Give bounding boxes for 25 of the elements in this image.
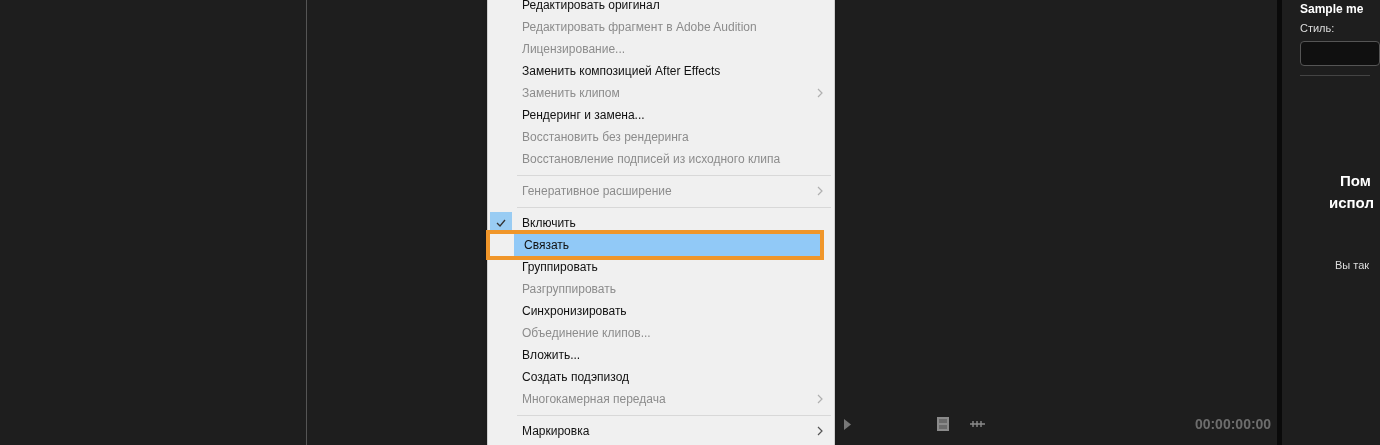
menu-item[interactable]: Редактировать оригинал (512, 0, 834, 16)
message-heading: испол (1329, 192, 1375, 213)
menu-item[interactable]: Маркировка (512, 420, 834, 442)
chevron-right-icon (817, 186, 823, 196)
menu-item[interactable]: Заменить композицией After Effects (512, 60, 834, 82)
menu-item[interactable]: Создать подэпизод (512, 366, 834, 388)
audio-waveform-icon[interactable] (969, 420, 985, 428)
chevron-right-icon (817, 426, 823, 436)
menu-item[interactable]: Синхронизировать (512, 300, 834, 322)
menu-item[interactable]: Группировать (512, 256, 834, 278)
film-strip-icon[interactable] (936, 417, 949, 431)
message-heading: Пом (1340, 170, 1372, 191)
style-dropdown[interactable] (1300, 40, 1380, 66)
timecode: 00:00:00:00 (1194, 414, 1272, 434)
style-label: Стиль: (1300, 21, 1336, 36)
play-icon[interactable] (843, 418, 851, 430)
menu-item[interactable]: Включить (512, 212, 834, 234)
menu-item[interactable]: Вложить... (512, 344, 834, 366)
checkmark-icon (496, 219, 506, 227)
panel-heading: Sample me (1300, 1, 1365, 18)
menu-item[interactable]: Рендеринг и замена... (512, 104, 834, 126)
message-text: Вы так (1335, 257, 1371, 273)
menu-item[interactable]: Связать (514, 234, 820, 256)
chevron-right-icon (817, 394, 823, 404)
chevron-right-icon (817, 88, 823, 98)
